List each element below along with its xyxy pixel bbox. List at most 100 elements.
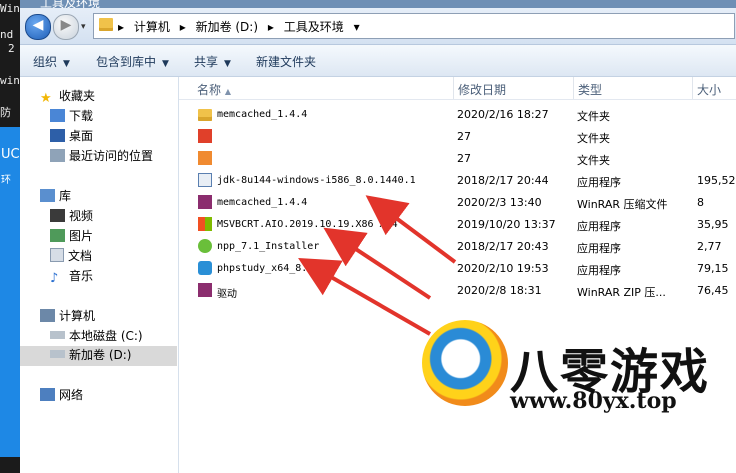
document-icon <box>50 248 64 262</box>
window-title: 工具及环境 <box>40 0 101 8</box>
cell-name: memcached_1.4.4 <box>217 197 308 208</box>
organize-label: 组织 <box>33 55 58 69</box>
table-row[interactable]: 27 文件夹 <box>179 126 736 148</box>
winrar-icon <box>198 195 212 209</box>
breadcrumb-separator[interactable]: ▸ <box>180 20 186 34</box>
nav-local-disk[interactable]: 本地磁盘 (C:) <box>50 327 143 347</box>
nav-favorites[interactable]: ★ 收藏夹 <box>40 87 95 107</box>
sort-arrow-icon: ▲ <box>224 87 231 96</box>
console-line: win <box>0 74 20 87</box>
cell-date: 2020/2/8 18:31 <box>457 284 542 297</box>
nav-label: 桌面 <box>69 129 94 143</box>
explorer-window: 工具及环境 Win nd 2 win 防 UC 环 ◀ ▶ ▾ ▸ 计算机 ▸ … <box>0 0 736 473</box>
share-button[interactable]: 共享 ▼ <box>194 53 231 70</box>
breadcrumb-computer[interactable]: 计算机 <box>134 20 170 34</box>
breadcrumb-new-volume[interactable]: 新加卷 (D:) <box>196 20 258 34</box>
console-line: 环 <box>1 175 11 186</box>
cell-type: 应用程序 <box>577 176 621 189</box>
cell-date: 27 <box>457 152 471 165</box>
table-row[interactable]: phpstudy_x64_8.1.0.3 2020/2/10 19:53 应用程序 7… <box>179 258 736 280</box>
forward-button[interactable]: ▶ <box>53 14 79 40</box>
dropdown-icon: ▼ <box>224 59 231 69</box>
breadcrumb-separator[interactable]: ▸ <box>268 20 274 34</box>
folder-icon <box>99 18 113 31</box>
console-line: UC <box>1 147 20 162</box>
cell-size: 79,15 <box>697 262 729 275</box>
music-icon: ♪ <box>50 271 59 286</box>
column-divider[interactable] <box>453 77 454 99</box>
table-row[interactable]: 驱动 2020/2/8 18:31 WinRAR ZIP 压... 76,45 <box>179 280 736 302</box>
drive-icon <box>50 331 65 339</box>
breadcrumb-tools[interactable]: 工具及环境 <box>284 20 344 34</box>
cell-size: 76,45 <box>697 284 729 297</box>
nav-documents[interactable]: 文档 <box>50 247 92 267</box>
winrar-icon <box>198 283 212 297</box>
computer-icon <box>40 309 55 322</box>
watermark-logo-icon <box>422 320 508 406</box>
nav-label: 文档 <box>68 249 93 263</box>
include-library-button[interactable]: 包含到库中 ▼ <box>96 53 169 70</box>
video-icon <box>50 209 65 222</box>
nav-desktop[interactable]: 桌面 <box>50 127 93 147</box>
cell-type: 应用程序 <box>577 242 621 255</box>
nav-label: 收藏夹 <box>59 89 96 103</box>
nav-computer[interactable]: 计算机 <box>40 307 95 327</box>
column-label: 名称 <box>197 83 222 97</box>
breadcrumb: ▸ 计算机 ▸ 新加卷 (D:) ▸ 工具及环境 ▾ <box>118 18 366 35</box>
recent-pages-dropdown[interactable]: ▾ <box>81 22 86 32</box>
cell-type: 文件夹 <box>577 154 610 167</box>
back-arrow-icon: ◀ <box>32 17 44 33</box>
nav-recent-places[interactable]: 最近访问的位置 <box>50 147 153 167</box>
nav-videos[interactable]: 视频 <box>50 207 93 227</box>
column-size[interactable]: 大小 <box>697 81 721 98</box>
new-folder-button[interactable]: 新建文件夹 <box>256 53 316 70</box>
share-label: 共享 <box>194 55 219 69</box>
download-folder-icon <box>50 109 65 122</box>
watermark: 八零游戏 www.80yx.top <box>410 318 736 458</box>
table-row[interactable]: memcached_1.4.4 2020/2/16 18:27 文件夹 <box>179 104 736 126</box>
cell-type: WinRAR ZIP 压... <box>577 286 666 299</box>
nav-music[interactable]: ♪ 音乐 <box>50 267 93 287</box>
breadcrumb-dropdown[interactable]: ▾ <box>354 20 360 34</box>
forward-arrow-icon: ▶ <box>60 17 72 33</box>
column-date[interactable]: 修改日期 <box>458 81 506 98</box>
windows-icon <box>198 217 212 231</box>
table-row[interactable]: memcached_1.4.4 2020/2/3 13:40 WinRAR 压缩文件… <box>179 192 736 214</box>
nav-new-volume[interactable]: 新加卷 (D:) <box>20 346 177 366</box>
dropdown-icon: ▼ <box>162 59 169 69</box>
nav-label: 最近访问的位置 <box>69 149 154 163</box>
table-row[interactable]: npp_7.1_Installer 2018/2/17 20:43 应用程序 2,77 <box>179 236 736 258</box>
nav-pictures[interactable]: 图片 <box>50 227 93 247</box>
nav-label: 网络 <box>59 388 84 402</box>
cell-size: 195,52 <box>697 174 736 187</box>
background-console: Win nd 2 win 防 UC 环 <box>0 0 20 473</box>
nav-label: 本地磁盘 (C:) <box>69 329 143 343</box>
table-row[interactable]: jdk-8u144-windows-i586_8.0.1440.1 2018/2/… <box>179 170 736 192</box>
star-icon: ★ <box>40 91 52 106</box>
library-icon <box>40 189 55 202</box>
app-red-icon <box>198 129 212 143</box>
column-divider[interactable] <box>692 77 693 99</box>
command-bar: 组织 ▼ 包含到库中 ▼ 共享 ▼ 新建文件夹 <box>20 45 736 77</box>
back-button[interactable]: ◀ <box>25 14 51 40</box>
nav-network[interactable]: 网络 <box>40 386 83 406</box>
cell-type: WinRAR 压缩文件 <box>577 198 668 211</box>
cell-size: 2,77 <box>697 240 722 253</box>
table-row[interactable]: 27 文件夹 <box>179 148 736 170</box>
path-field[interactable]: ▸ 计算机 ▸ 新加卷 (D:) ▸ 工具及环境 ▾ <box>93 13 735 39</box>
cell-date: 2019/10/20 13:37 <box>457 218 556 231</box>
nav-label: 库 <box>59 189 72 203</box>
column-divider[interactable] <box>573 77 574 99</box>
organize-button[interactable]: 组织 ▼ <box>33 53 70 70</box>
cell-date: 2018/2/17 20:43 <box>457 240 549 253</box>
address-bar: ◀ ▶ ▾ ▸ 计算机 ▸ 新加卷 (D:) ▸ 工具及环境 ▾ <box>20 8 736 45</box>
cell-type: 应用程序 <box>577 220 621 233</box>
nav-label: 音乐 <box>69 269 94 283</box>
table-row[interactable]: MSVBCRT.AIO.2019.10.19.X86 X64 2019/10/20… <box>179 214 736 236</box>
column-name[interactable]: 名称 ▲ <box>197 81 231 98</box>
cell-date: 2020/2/10 19:53 <box>457 262 549 275</box>
column-type[interactable]: 类型 <box>578 81 602 98</box>
console-line: nd <box>0 28 14 41</box>
nav-downloads[interactable]: 下载 <box>50 107 93 127</box>
nav-libraries[interactable]: 库 <box>40 187 71 207</box>
